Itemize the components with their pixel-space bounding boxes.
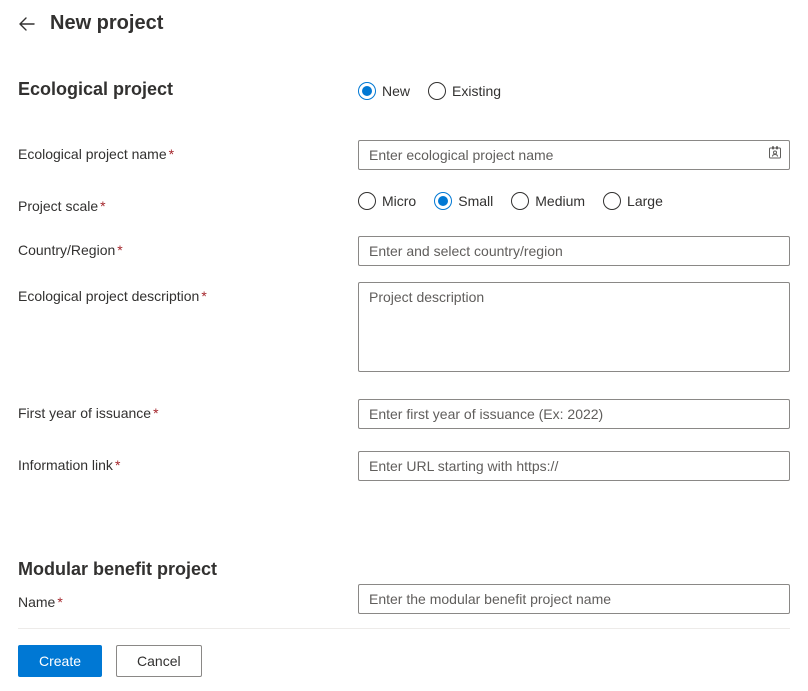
- page-header: New project: [18, 12, 790, 35]
- ecological-heading-row: Ecological project New Existing: [18, 79, 790, 118]
- radio-icon: [428, 82, 446, 100]
- first-year-input[interactable]: [358, 399, 790, 429]
- modular-name-input[interactable]: [358, 584, 790, 614]
- required-marker: *: [57, 594, 62, 610]
- radio-label: Micro: [382, 193, 416, 209]
- modular-section: Modular benefit project Name*: [18, 559, 790, 614]
- description-textarea[interactable]: [358, 282, 790, 372]
- project-scale-row: Project scale* Micro Small Medium La: [18, 192, 790, 214]
- radio-label: Existing: [452, 83, 501, 99]
- back-arrow-icon[interactable]: [18, 15, 36, 33]
- radio-label: New: [382, 83, 410, 99]
- ecological-name-row: Ecological project name*: [18, 140, 790, 170]
- ecological-name-label: Ecological project name: [18, 146, 167, 162]
- description-row: Ecological project description*: [18, 282, 790, 377]
- required-marker: *: [117, 242, 122, 258]
- radio-icon: [603, 192, 621, 210]
- project-scale-radio-group: Micro Small Medium Large: [358, 192, 790, 210]
- required-marker: *: [115, 457, 120, 473]
- scale-medium-radio[interactable]: Medium: [511, 192, 585, 210]
- ecological-name-input[interactable]: [358, 140, 790, 170]
- country-region-row: Country/Region*: [18, 236, 790, 266]
- modular-section-title: Modular benefit project: [18, 559, 790, 580]
- info-link-row: Information link*: [18, 451, 790, 481]
- country-region-label: Country/Region: [18, 242, 115, 258]
- footer-actions: Create Cancel: [18, 645, 790, 677]
- scale-large-radio[interactable]: Large: [603, 192, 663, 210]
- radio-label: Medium: [535, 193, 585, 209]
- project-mode-radio-group: New Existing: [358, 79, 790, 100]
- radio-label: Small: [458, 193, 493, 209]
- ecological-section-title: Ecological project: [18, 79, 358, 100]
- ecological-section: Ecological project New Existing Ecologic…: [18, 79, 790, 481]
- description-label: Ecological project description: [18, 288, 199, 304]
- first-year-row: First year of issuance*: [18, 399, 790, 429]
- project-mode-new-radio[interactable]: New: [358, 82, 410, 100]
- radio-icon: [511, 192, 529, 210]
- first-year-label: First year of issuance: [18, 405, 151, 421]
- radio-icon: [358, 82, 376, 100]
- project-scale-label: Project scale: [18, 198, 98, 214]
- info-link-input[interactable]: [358, 451, 790, 481]
- radio-icon: [358, 192, 376, 210]
- footer-divider: [18, 628, 790, 629]
- page-title: New project: [50, 12, 163, 35]
- cancel-button[interactable]: Cancel: [116, 645, 202, 677]
- modular-name-row: Name*: [18, 584, 790, 614]
- modular-name-label: Name: [18, 594, 55, 610]
- required-marker: *: [201, 288, 206, 304]
- required-marker: *: [153, 405, 158, 421]
- radio-label: Large: [627, 193, 663, 209]
- required-marker: *: [169, 146, 174, 162]
- info-link-label: Information link: [18, 457, 113, 473]
- scale-micro-radio[interactable]: Micro: [358, 192, 416, 210]
- radio-icon: [434, 192, 452, 210]
- required-marker: *: [100, 198, 105, 214]
- country-region-input[interactable]: [358, 236, 790, 266]
- project-mode-existing-radio[interactable]: Existing: [428, 82, 501, 100]
- create-button[interactable]: Create: [18, 645, 102, 677]
- scale-small-radio[interactable]: Small: [434, 192, 493, 210]
